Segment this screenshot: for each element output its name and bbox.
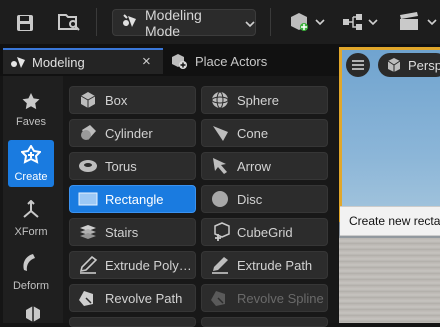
tool-sphere[interactable]: Sphere — [201, 86, 328, 114]
tool-rectangle[interactable]: Rectangle — [69, 185, 196, 213]
mode-icon — [121, 13, 139, 32]
tool-label: Disc — [237, 191, 263, 207]
tab-label: Modeling — [32, 54, 85, 70]
revolve-spline-icon — [209, 288, 231, 308]
tool-cubegrid[interactable]: CubeGrid — [201, 218, 328, 246]
tooltip: Create new recta — [340, 206, 440, 236]
sphere-icon — [209, 90, 231, 110]
cone-icon — [209, 123, 231, 143]
rail-label: Deform — [12, 280, 50, 292]
tool-cone[interactable]: Cone — [201, 119, 328, 147]
tool-disc[interactable]: Disc — [201, 185, 328, 213]
tool-label: Rectangle — [105, 191, 164, 207]
tool-partial-row[interactable] — [69, 317, 196, 327]
tool-revolve-spline: Revolve Spline — [201, 284, 328, 312]
rail-label: Faves — [16, 116, 46, 128]
modeling-tab-icon — [10, 55, 26, 69]
rail-label: XForm — [14, 226, 48, 238]
main-toolbar: Modeling Mode — [0, 0, 440, 44]
tool-box[interactable]: Box — [69, 86, 196, 114]
stairs-icon — [77, 222, 99, 242]
place-actors-icon — [170, 53, 188, 69]
tab-place-actors[interactable]: Place Actors — [166, 48, 338, 74]
tool-label: Cylinder — [105, 125, 153, 141]
box-icon — [77, 90, 99, 110]
tool-label: Revolve Path — [105, 290, 183, 306]
xform-icon — [21, 199, 41, 223]
viewport-floor — [339, 238, 440, 323]
rail-item-create[interactable]: Create — [8, 140, 54, 187]
tool-label: Cone — [237, 125, 269, 141]
rectangle-icon — [77, 189, 99, 209]
torus-icon — [77, 156, 99, 176]
tool-label: Extrude Poly… — [105, 257, 192, 273]
cinematics-icon[interactable] — [398, 11, 440, 33]
arrow-icon — [209, 156, 231, 176]
viewport-highlight-border — [339, 47, 342, 222]
rail-item-faves[interactable]: Faves — [8, 92, 54, 134]
tool-revolve-path[interactable]: Revolve Path — [69, 284, 196, 312]
extrude-path-icon — [209, 255, 231, 275]
tool-label: Stairs — [105, 224, 139, 240]
viewport-menu-icon[interactable] — [346, 53, 370, 77]
perspective-icon — [386, 57, 402, 73]
rail-item-xform[interactable]: XForm — [8, 199, 54, 242]
chevron-down-icon — [245, 15, 255, 31]
content-browser-icon[interactable] — [56, 11, 82, 33]
cubegrid-icon — [209, 222, 231, 242]
mode-selector[interactable]: Modeling Mode — [112, 6, 256, 39]
tool-label: Torus — [105, 158, 137, 174]
tool-partial-row[interactable] — [201, 317, 328, 327]
tool-cylinder[interactable]: Cylinder — [69, 119, 196, 147]
tab-label: Place Actors — [195, 53, 268, 69]
star-icon — [21, 92, 41, 113]
tool-torus[interactable]: Torus — [69, 152, 196, 180]
tool-stairs[interactable]: Stairs — [69, 218, 196, 246]
rail-label: Create — [14, 170, 48, 183]
save-icon[interactable] — [14, 12, 36, 34]
cylinder-icon — [77, 123, 99, 143]
add-actor-icon[interactable] — [286, 11, 326, 33]
disc-icon — [209, 189, 231, 209]
revolve-path-icon — [77, 288, 99, 308]
perspective-button[interactable]: Perspe — [378, 53, 440, 77]
viewport-highlight-border — [339, 47, 440, 50]
extrude-poly-icon — [77, 255, 99, 275]
tool-label: Box — [105, 92, 128, 108]
blueprint-icon[interactable] — [340, 11, 380, 33]
tool-label: CubeGrid — [237, 224, 293, 240]
tool-extrude-path[interactable]: Extrude Path — [201, 251, 328, 279]
mode-label: Modeling Mode — [145, 6, 202, 39]
create-icon — [19, 143, 43, 168]
deform-icon — [21, 252, 41, 277]
tool-label: Sphere — [237, 92, 279, 108]
rail-item-deform[interactable]: Deform — [8, 252, 54, 294]
tool-arrow[interactable]: Arrow — [201, 152, 328, 180]
tool-label: Extrude Path — [237, 257, 313, 273]
perspective-label: Perspe — [408, 57, 440, 73]
tab-modeling[interactable]: Modeling × — [3, 48, 163, 74]
close-icon[interactable]: × — [142, 53, 151, 70]
tool-extrude-poly[interactable]: Extrude Poly… — [69, 251, 196, 279]
tool-label: Revolve Spline — [237, 290, 324, 306]
tool-label: Arrow — [237, 158, 271, 174]
